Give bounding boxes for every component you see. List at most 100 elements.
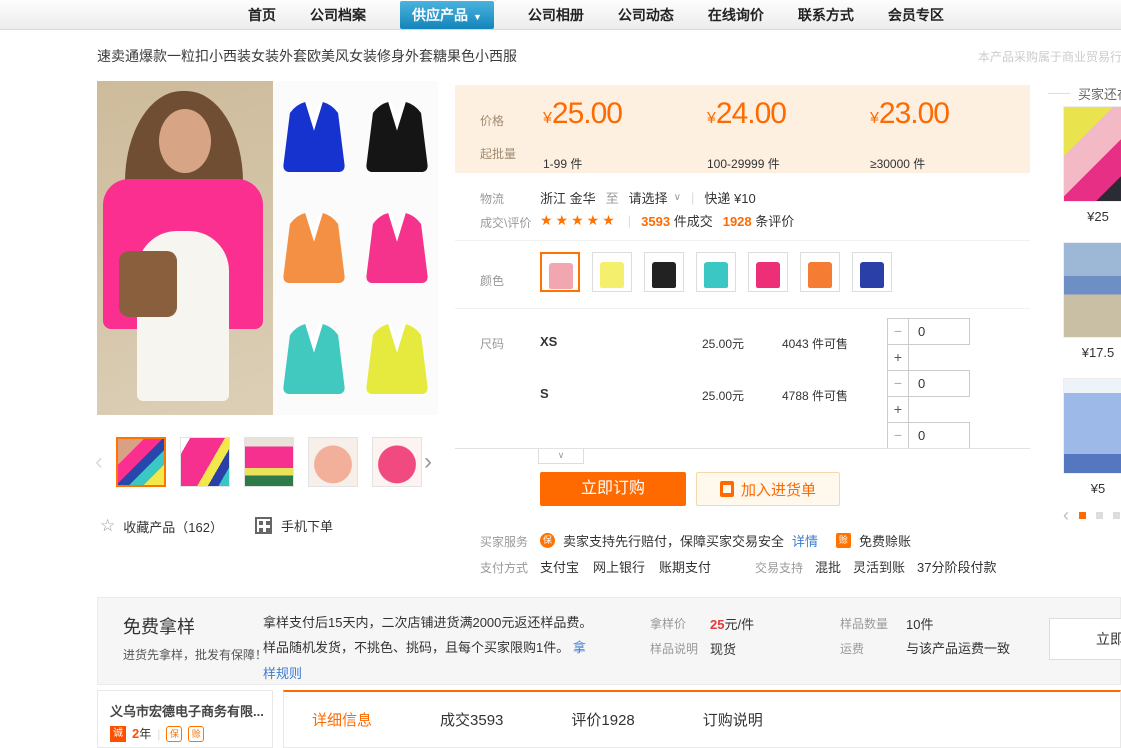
pager-dot[interactable] (1079, 512, 1086, 519)
nav-item-company-profile[interactable]: 公司档案 (310, 5, 366, 25)
tier-price: 24.00 (716, 97, 786, 130)
size-stock: 4788 件可售 (782, 387, 848, 404)
nav-item-inquiry[interactable]: 在线询价 (708, 5, 764, 25)
review-count-link[interactable]: 1928 条评价 (723, 211, 795, 230)
divider: | (691, 190, 694, 205)
sample-note-label: 样品说明 (650, 640, 698, 657)
quantity-input[interactable]: 0 (908, 370, 970, 397)
product-main-image[interactable] (97, 81, 438, 415)
services-label: 买家服务 (480, 533, 528, 550)
color-swatch-blue[interactable] (852, 252, 892, 292)
color-swatch-pink[interactable] (540, 252, 580, 292)
blazer-blue (273, 81, 356, 192)
payment-method-ebank[interactable]: 网上银行 (593, 557, 645, 576)
star-outline-icon (100, 516, 115, 536)
sidebar-prev-icon[interactable] (1063, 505, 1069, 526)
star-rating-icon (540, 212, 618, 229)
tab-reviews[interactable]: 评价1928 (571, 709, 634, 730)
destination-select[interactable]: 请选择 (629, 188, 681, 207)
chevron-down-icon (539, 449, 583, 462)
sidebar-product-card[interactable]: ¥17.5 (1063, 242, 1121, 360)
product-thumbnail[interactable] (372, 437, 422, 487)
tab-order-guide[interactable]: 订购说明 (703, 709, 763, 730)
years-suffix: 年 (139, 727, 151, 741)
add-to-cart-button[interactable]: 加入进货单 (696, 472, 840, 506)
color-swatch-orange[interactable] (800, 252, 840, 292)
color-swatch-rose[interactable] (748, 252, 788, 292)
tab-transactions[interactable]: 成交3593 (440, 709, 503, 730)
minus-button[interactable] (887, 318, 909, 345)
product-thumbnail[interactable] (308, 437, 358, 487)
tab-detail-info[interactable]: 详细信息 (312, 709, 372, 730)
trade-option-mixed[interactable]: 混批 (815, 557, 841, 576)
quantity-input[interactable]: 0 (908, 318, 970, 345)
sidebar-product-card[interactable]: ¥5 (1063, 378, 1121, 496)
nav-item-company-album[interactable]: 公司相册 (528, 5, 584, 25)
guarantee-badge-icon: 保 (540, 533, 555, 548)
payment-method-alipay[interactable]: 支付宝 (540, 557, 579, 576)
nav-item-members[interactable]: 会员专区 (888, 5, 944, 25)
detail-link[interactable]: 详情 (792, 531, 818, 550)
favorite-label: 收藏产品（162） (123, 517, 223, 536)
pager-dot[interactable] (1096, 512, 1103, 519)
divider (455, 308, 1030, 309)
tier-qty: ≥30000 件 (870, 155, 925, 172)
divider: | (157, 727, 160, 741)
sidebar-product-price: ¥17.5 (1063, 345, 1121, 360)
sample-freight-label: 运费 (840, 640, 864, 657)
gallery-prev-icon[interactable] (95, 448, 103, 476)
nav-item-contact[interactable]: 联系方式 (798, 5, 854, 25)
color-label: 颜色 (480, 272, 504, 289)
product-thumbnail[interactable] (116, 437, 166, 487)
price-tier: ¥23.00 ≥30000 件 (870, 97, 1035, 131)
currency-symbol: ¥ (707, 110, 716, 127)
expand-sizes-button[interactable] (538, 449, 584, 464)
sold-count-link[interactable]: 3593 件成交 (641, 211, 713, 230)
trade-option-installment[interactable]: 37分阶段付款 (917, 557, 996, 576)
order-now-button[interactable]: 立即订购 (540, 472, 686, 506)
pager-dot[interactable] (1113, 512, 1120, 519)
nav-item-company-news[interactable]: 公司动态 (618, 5, 674, 25)
blazer-pink (356, 192, 439, 303)
free-sample-section: 免费拿样 进货先拿样，批发有保障！ 拿样支付后15天内，二次店铺进货满2000元… (97, 597, 1121, 685)
nav-item-products[interactable]: 供应产品 (400, 1, 494, 29)
sample-note-value: 现货 (710, 639, 736, 658)
color-swatch-yellow[interactable] (592, 252, 632, 292)
tier-qty: 1-99 件 (543, 155, 582, 172)
mobile-order-button[interactable]: 手机下单 (255, 516, 333, 535)
product-thumbnail[interactable] (244, 437, 294, 487)
sidebar-product-image (1063, 378, 1121, 474)
product-thumbnail[interactable] (180, 437, 230, 487)
thumbnail-strip (116, 437, 422, 487)
payment-method-credit-term[interactable]: 账期支付 (659, 557, 711, 576)
trade-option-flexible[interactable]: 灵活到账 (853, 557, 905, 576)
sample-description: 拿样支付后15天内，二次店铺进货满2000元返还样品费。样品随机发货，不挑色、挑… (263, 610, 593, 686)
size-name: XS (540, 334, 557, 349)
sample-qty-value: 10件 (906, 614, 933, 633)
minus-button[interactable] (887, 422, 909, 448)
divider (455, 240, 1030, 241)
favorite-product-button[interactable]: 收藏产品（162） (100, 516, 223, 536)
guarantee-badge-icon: 保 (166, 726, 182, 742)
color-swatch-teal[interactable] (696, 252, 736, 292)
color-swatch-list (540, 252, 892, 292)
sidebar-product-card[interactable]: ¥25 (1063, 106, 1121, 224)
nav-item-home[interactable]: 首页 (248, 5, 276, 25)
size-row-partial: 0 (455, 416, 1030, 448)
credit-text: 免费赊账 (859, 531, 911, 550)
color-swatch-black[interactable] (644, 252, 684, 292)
quantity-input[interactable]: 0 (908, 422, 970, 448)
sidebar-product-price: ¥25 (1063, 209, 1121, 224)
sold-count: 3593 (641, 214, 670, 229)
blazer-color-grid (273, 81, 438, 415)
buyer-services-row: 保 卖家支持先行赔付，保障买家交易安全 详情 赊 免费赊账 (540, 531, 911, 550)
gallery-next-icon[interactable] (424, 448, 432, 476)
get-sample-button[interactable]: 立即拿样 (1049, 618, 1121, 660)
sample-price-label: 拿样价 (650, 615, 686, 632)
price-tier: ¥25.00 1-99 件 (543, 97, 708, 131)
company-card[interactable]: 义乌市宏德电子商务有限... 诚 2年 | 保 赊 (97, 690, 273, 748)
blazer-teal (273, 304, 356, 415)
minus-button[interactable] (887, 370, 909, 397)
trade-support-label: 交易支持 (755, 559, 803, 576)
integrity-badge-icon: 诚 (110, 726, 126, 742)
